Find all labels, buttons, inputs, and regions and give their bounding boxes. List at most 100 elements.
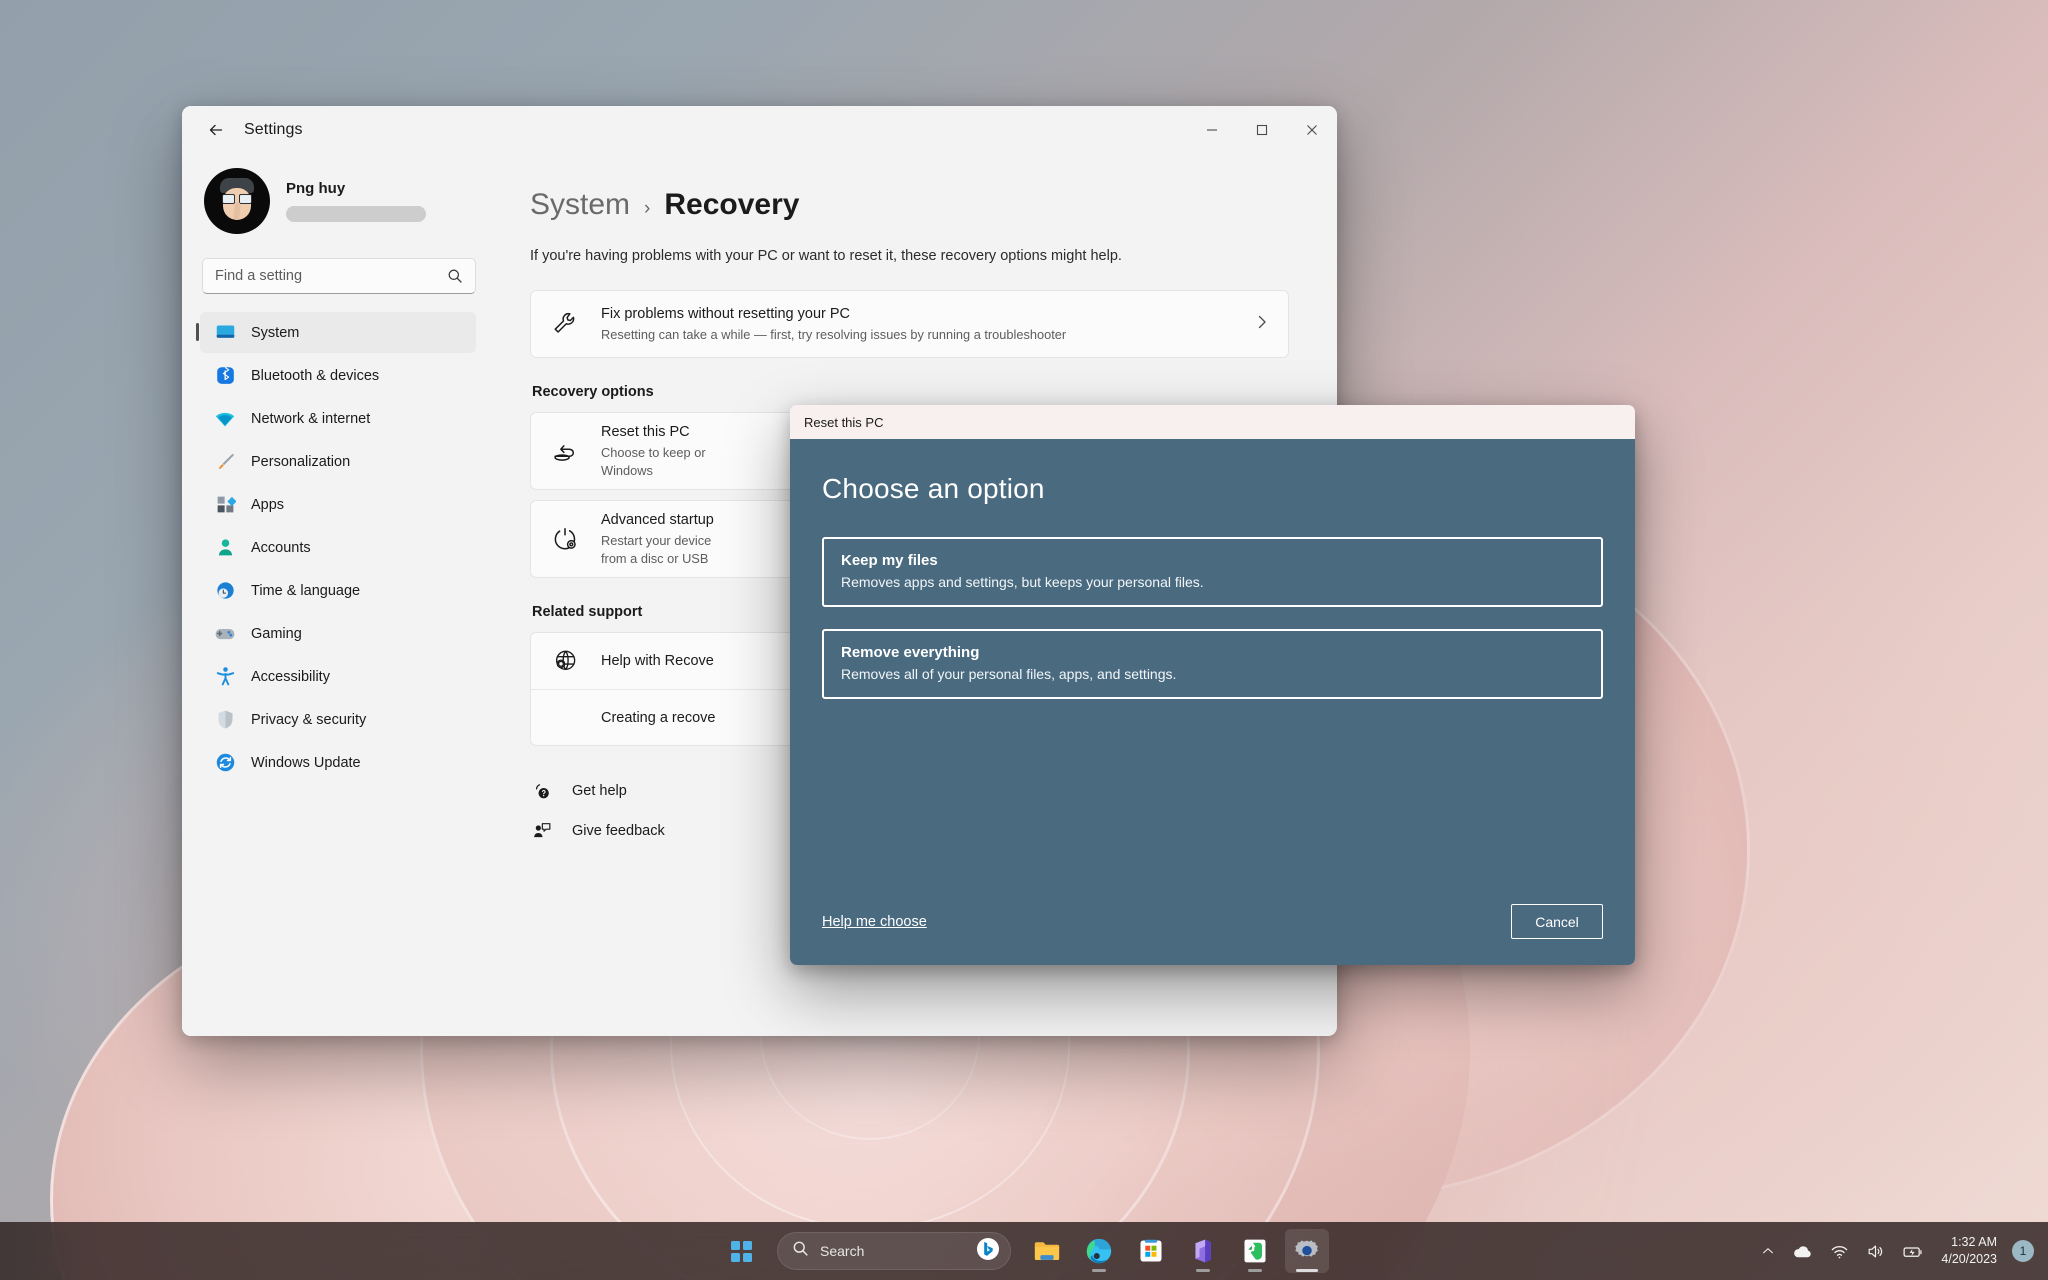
taskbar-app-microsoft-edge[interactable] [1077,1229,1121,1273]
advanced-startup-title: Advanced startup [601,511,714,528]
sidebar-item-accessibility[interactable]: Accessibility [200,656,476,697]
help-question-icon [530,781,554,801]
bing-icon[interactable] [976,1237,1000,1266]
running-indicator [1248,1269,1262,1272]
taskbar: Search 1:32 AM 4/20/2023 1 [0,1222,2048,1280]
dialog-heading: Choose an option [822,473,1045,504]
sidebar-item-label: Bluetooth & devices [251,367,380,384]
keep-my-files-option[interactable]: Keep my files Removes apps and settings,… [822,537,1603,607]
account-email-redacted [286,206,426,222]
wifi-icon [214,408,236,430]
sidebar-item-personalization[interactable]: Personalization [200,441,476,482]
fix-problems-subtitle: Resetting can take a while — first, try … [601,326,1067,342]
search-box[interactable] [202,258,476,294]
taskbar-center-group: Search [719,1229,1329,1273]
back-button[interactable] [196,113,236,147]
shield-icon [214,709,236,731]
search-input[interactable] [203,268,447,284]
sidebar-item-label: Windows Update [251,754,361,771]
sidebar-item-label: System [251,324,300,341]
fix-problems-title: Fix problems without resetting your PC [601,305,851,322]
dialog-footer: Help me choose Cancel [822,904,1603,965]
sidebar-item-label: Accounts [251,539,311,556]
taskbar-app-settings[interactable] [1285,1229,1329,1273]
window-controls [1187,106,1337,154]
sidebar-item-label: Privacy & security [251,711,367,728]
close-button[interactable] [1287,106,1337,154]
sidebar-item-time-language[interactable]: Time & language [200,570,476,611]
chevron-right-icon: › [644,198,651,219]
dialog-body: Choose an option Keep my files Removes a… [790,439,1635,965]
cancel-button[interactable]: Cancel [1511,904,1603,939]
sidebar-item-label: Accessibility [251,668,330,685]
help-me-choose-link[interactable]: Help me choose [822,914,927,930]
chevron-up-icon[interactable] [1754,1231,1782,1271]
sidebar-item-label: Personalization [251,453,351,470]
search-icon [792,1240,809,1262]
fix-problems-card[interactable]: Fix problems without resetting your PC R… [530,290,1289,358]
dialog-titlebar: Reset this PC [790,405,1635,439]
dialog-window-title: Reset this PC [804,414,884,430]
chevron-right-icon[interactable] [1244,314,1270,335]
taskbar-app-evernote[interactable] [1233,1229,1277,1273]
taskbar-search[interactable]: Search [777,1232,1011,1270]
gamepad-icon [214,623,236,645]
help-with-recovery-label: Help with Recove [601,653,714,669]
clock[interactable]: 1:32 AM 4/20/2023 [1935,1234,2005,1269]
get-help-label: Get help [572,783,627,799]
sidebar-item-privacy-security[interactable]: Privacy & security [200,699,476,740]
reset-this-pc-title: Reset this PC [601,423,690,440]
battery-charging-icon[interactable] [1895,1231,1932,1271]
window-titlebar: Settings [182,106,1337,154]
search-icon[interactable] [447,268,475,284]
apps-icon [214,494,236,516]
clock-time: 1:32 AM [1951,1234,1997,1249]
remove-everything-option[interactable]: Remove everything Removes all of your pe… [822,629,1603,699]
taskbar-app-microsoft-365[interactable] [1181,1229,1225,1273]
sidebar-item-gaming[interactable]: Gaming [200,613,476,654]
sidebar: Png huy Find a setting System Bluetooth … [182,154,492,1036]
taskbar-app-file-explorer[interactable] [1025,1229,1069,1273]
update-refresh-icon [214,752,236,774]
reset-pc-icon [549,437,581,465]
sidebar-item-apps[interactable]: Apps [200,484,476,525]
accessibility-icon [214,666,236,688]
breadcrumb-parent[interactable]: System [530,188,630,222]
remove-everything-subtitle: Removes all of your personal files, apps… [841,666,1177,682]
avatar [204,168,270,234]
running-indicator [1296,1269,1318,1272]
account-block[interactable]: Png huy [204,168,476,234]
notification-badge[interactable]: 1 [2012,1240,2034,1262]
minimize-button[interactable] [1187,106,1237,154]
keep-my-files-subtitle: Removes apps and settings, but keeps you… [841,574,1204,590]
sidebar-item-bluetooth-devices[interactable]: Bluetooth & devices [200,355,476,396]
give-feedback-label: Give feedback [572,823,665,839]
clock-globe-icon [214,580,236,602]
running-indicator [1196,1269,1210,1272]
sidebar-item-network-internet[interactable]: Network & internet [200,398,476,439]
paintbrush-icon [214,451,236,473]
taskbar-app-microsoft-store[interactable] [1129,1229,1173,1273]
speaker-icon[interactable] [1859,1231,1892,1271]
window-title: Settings [244,121,303,138]
cloud-icon[interactable] [1785,1231,1820,1271]
recovery-options-heading: Recovery options [532,384,654,400]
wifi-icon[interactable] [1823,1231,1856,1271]
account-name: Png huy [286,180,346,197]
clock-date: 4/20/2023 [1941,1252,1997,1266]
sidebar-item-system[interactable]: System [196,312,476,353]
feedback-icon [530,821,554,841]
sidebar-item-label: Network & internet [251,410,371,427]
start-button[interactable] [719,1229,763,1273]
account-info: Png huy [286,180,426,222]
fix-problems-text: Fix problems without resetting your PC R… [601,305,1244,344]
creating-a-recovery-label: Creating a recove [601,709,716,726]
keep-my-files-title: Keep my files [841,552,938,569]
sidebar-item-accounts[interactable]: Accounts [200,527,476,568]
maximize-button[interactable] [1237,106,1287,154]
person-icon [214,537,236,559]
sidebar-item-windows-update[interactable]: Windows Update [200,742,476,783]
system-monitor-icon [214,322,236,344]
windows-start-icon [730,1240,752,1262]
sidebar-item-label: Time & language [251,582,361,599]
